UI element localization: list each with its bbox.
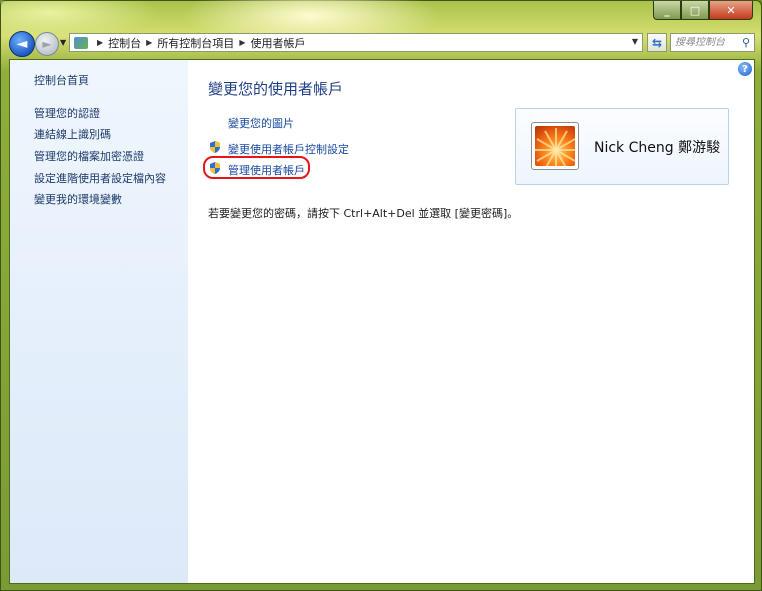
uac-shield-icon — [210, 141, 220, 153]
sidebar-item-advanced-profile-properties[interactable]: 設定進階使用者設定檔內容 — [34, 170, 166, 186]
recent-pages-button[interactable]: ▼ — [60, 38, 66, 47]
breadcrumb-separator-icon[interactable]: ▶ — [239, 38, 245, 47]
search-icon[interactable]: ⚲ — [742, 36, 750, 49]
sidebar-item-file-encryption-certificates[interactable]: 管理您的檔案加密憑證 — [34, 148, 144, 164]
breadcrumb-separator-icon[interactable]: ▶ — [146, 38, 152, 47]
breadcrumb-item[interactable]: 使用者帳戶 — [250, 35, 305, 51]
breadcrumb: ▶ 控制台 ▶ 所有控制台項目 ▶ 使用者帳戶 — [92, 35, 305, 51]
sidebar-item-manage-credentials[interactable]: 管理您的認證 — [34, 105, 100, 121]
search-input[interactable] — [675, 37, 733, 48]
maximize-button[interactable]: □ — [681, 1, 709, 20]
help-icon[interactable]: ? — [738, 62, 752, 76]
user-account-card: Nick Cheng 鄭游駿 — [515, 108, 729, 185]
sidebar-item-environment-variables[interactable]: 變更我的環境變數 — [34, 191, 122, 207]
breadcrumb-separator-icon: ▶ — [97, 38, 104, 47]
search-box[interactable]: ⚲ — [670, 33, 755, 52]
window-frame: _ □ ✕ ◄ ► ▼ ▶ 控制台 ▶ 所有控制台項目 ▶ 使用者帳戶 ▼ ⇆ … — [0, 0, 762, 591]
page-title: 變更您的使用者帳戶 — [208, 80, 344, 98]
caption-buttons: _ □ ✕ — [653, 1, 753, 21]
content-area: 控制台首頁 管理您的認證 連結線上識別碼 管理您的檔案加密憑證 設定進階使用者設… — [9, 59, 755, 584]
highlight-annotation — [203, 156, 310, 179]
minimize-button[interactable]: _ — [653, 1, 681, 20]
breadcrumb-item[interactable]: 控制台 — [108, 35, 141, 51]
forward-button[interactable]: ► — [35, 32, 59, 56]
change-picture-link[interactable]: 變更您的圖片 — [228, 115, 294, 131]
avatar[interactable] — [531, 122, 579, 170]
sidebar-item-link-online-ids[interactable]: 連結線上識別碼 — [34, 126, 111, 142]
password-change-hint: 若要變更您的密碼，請按下 Ctrl+Alt+Del 並選取 [變更密碼]。 — [208, 207, 519, 220]
navigation-bar: ◄ ► ▼ ▶ 控制台 ▶ 所有控制台項目 ▶ 使用者帳戶 ▼ ⇆ ⚲ — [9, 31, 755, 57]
sidebar-item-control-panel-home[interactable]: 控制台首頁 — [34, 72, 89, 88]
breadcrumb-item[interactable]: 所有控制台項目 — [157, 35, 234, 51]
close-button[interactable]: ✕ — [709, 1, 753, 20]
refresh-button[interactable]: ⇆ — [647, 33, 667, 52]
flower-picture — [535, 126, 575, 166]
user-name: Nick Cheng 鄭游駿 — [594, 140, 721, 156]
address-bar[interactable]: ▶ 控制台 ▶ 所有控制台項目 ▶ 使用者帳戶 ▼ — [69, 33, 643, 52]
task-sidebar: 控制台首頁 管理您的認證 連結線上識別碼 管理您的檔案加密憑證 設定進階使用者設… — [10, 60, 188, 583]
back-button[interactable]: ◄ — [9, 31, 35, 57]
address-dropdown-icon[interactable]: ▼ — [632, 37, 638, 46]
control-panel-icon — [74, 36, 88, 49]
uac-settings-link[interactable]: 變更使用者帳戶控制設定 — [228, 141, 349, 157]
